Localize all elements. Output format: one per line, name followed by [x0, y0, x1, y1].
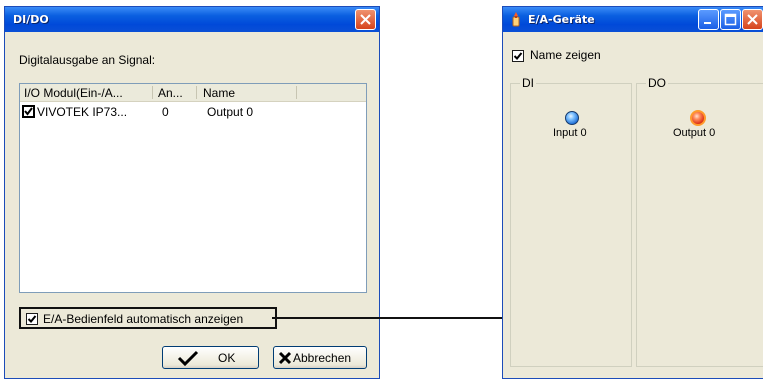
output-label: Output 0	[673, 127, 716, 139]
io-devices-titlebar[interactable]: E/A-Geräte	[503, 7, 763, 32]
column-header-number[interactable]: An...	[158, 86, 192, 100]
close-icon	[360, 14, 371, 25]
column-header-module[interactable]: I/O Modul(Ein-/A...	[24, 86, 148, 100]
column-header-name[interactable]: Name	[203, 86, 293, 100]
ok-label: OK	[218, 351, 236, 365]
column-divider[interactable]	[296, 86, 297, 99]
show-name-label[interactable]: Name zeigen	[530, 48, 601, 62]
checkmark-icon	[177, 350, 199, 366]
column-divider[interactable]	[152, 86, 153, 99]
di-group-label: DI	[520, 76, 536, 90]
callout-line	[272, 317, 522, 319]
list-header: I/O Modul(Ein-/A... An... Name	[20, 84, 366, 102]
input-label: Input 0	[553, 127, 587, 139]
column-divider[interactable]	[196, 86, 197, 99]
auto-show-panel-option[interactable]: E/A-Bedienfeld automatisch anzeigen	[19, 307, 277, 329]
row-number: 0	[162, 105, 169, 119]
show-name-checkbox[interactable]	[512, 50, 524, 62]
di-group: DI Input 0	[510, 76, 632, 367]
io-devices-window: E/A-Geräte Name zeigen DI Input 0 DO Out…	[502, 6, 763, 379]
cross-icon	[278, 351, 292, 365]
minimize-button[interactable]	[698, 9, 719, 30]
cancel-button[interactable]: Abbrechen	[273, 346, 367, 369]
checkmark-icon	[24, 107, 33, 116]
signal-label: Digitalausgabe an Signal:	[19, 53, 156, 67]
auto-show-checkbox[interactable]	[26, 313, 38, 325]
row-checkbox[interactable]	[22, 105, 35, 118]
checkmark-icon	[513, 52, 523, 60]
checkmark-icon	[27, 315, 37, 323]
dido-titlebar[interactable]: DI/DO	[5, 7, 379, 32]
dido-title: DI/DO	[13, 13, 49, 26]
row-module: VIVOTEK IP73...	[37, 105, 128, 119]
close-button[interactable]	[355, 9, 376, 30]
row-name: Output 0	[207, 105, 254, 119]
maximize-button[interactable]	[720, 9, 741, 30]
minimize-icon	[704, 22, 711, 24]
do-group-label: DO	[646, 76, 668, 90]
do-group: DO Output 0	[636, 76, 763, 367]
close-icon	[747, 14, 758, 25]
io-devices-title: E/A-Geräte	[528, 13, 595, 26]
dido-dialog: DI/DO Digitalausgabe an Signal: I/O Modu…	[4, 6, 380, 379]
ok-button[interactable]: OK	[162, 346, 259, 369]
io-device-app-icon	[512, 12, 520, 27]
table-row[interactable]: VIVOTEK IP73... 0 Output 0	[20, 103, 366, 121]
close-button[interactable]	[742, 9, 763, 30]
maximize-icon	[724, 13, 737, 26]
input-led-icon[interactable]	[565, 111, 579, 125]
auto-show-label[interactable]: E/A-Bedienfeld automatisch anzeigen	[43, 312, 243, 326]
io-module-list[interactable]: I/O Modul(Ein-/A... An... Name VIVOTEK I…	[19, 83, 367, 293]
cancel-label: Abbrechen	[293, 351, 352, 365]
output-led-icon[interactable]	[690, 110, 706, 126]
